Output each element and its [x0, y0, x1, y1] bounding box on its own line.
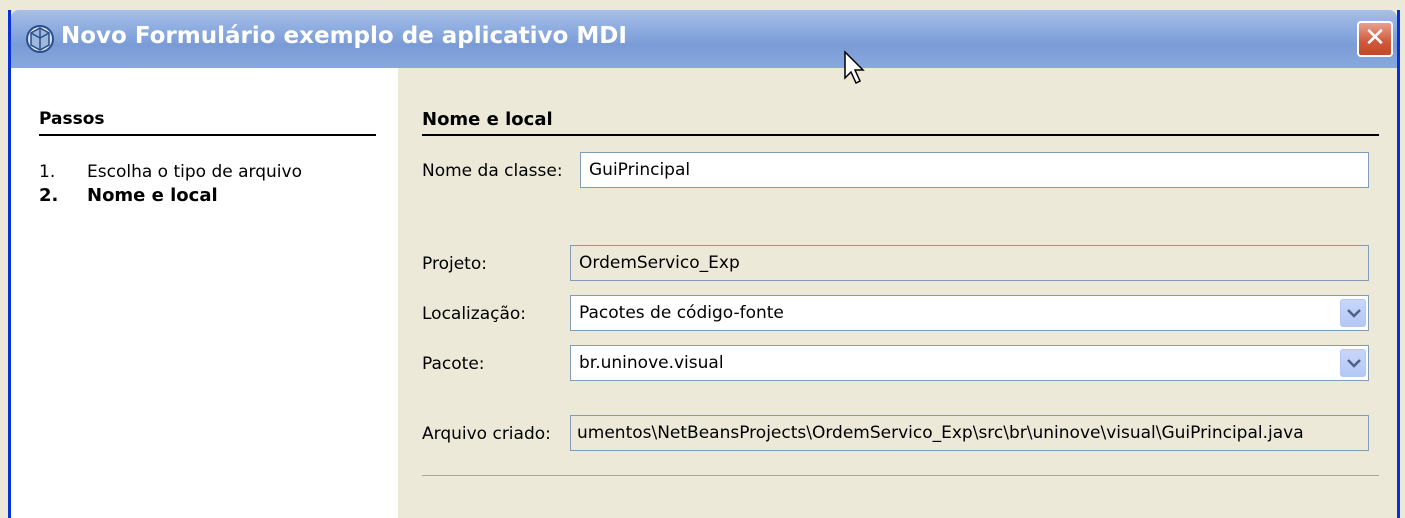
netbeans-cube-icon: [26, 25, 54, 53]
steps-panel: Passos 1. Escolha o tipo de arquivo 2. Nom…: [11, 68, 398, 518]
close-button[interactable]: ✕: [1357, 21, 1393, 57]
created-file-label: Arquivo criado:: [422, 424, 551, 444]
step-label: Escolha o tipo de arquivo: [87, 162, 302, 182]
class-name-input[interactable]: GuiPrincipal: [580, 152, 1369, 188]
location-select[interactable]: Pacotes de código-fonte: [570, 295, 1369, 331]
location-select-value: Pacotes de código-fonte: [579, 303, 784, 323]
section-title: Nome e local: [422, 109, 553, 130]
title-bar[interactable]: Novo Formulário exemplo de aplicativo MD…: [11, 10, 1397, 68]
new-form-dialog: Novo Formulário exemplo de aplicativo MD…: [8, 10, 1400, 518]
project-field: OrdemServico_Exp: [570, 245, 1369, 281]
section-divider: [422, 134, 1379, 136]
package-dropdown-button[interactable]: [1340, 349, 1366, 377]
chevron-down-icon: [1347, 309, 1361, 318]
step-label: Nome e local: [87, 185, 218, 206]
step-item-2: 2. Nome e local: [39, 185, 218, 206]
class-name-label: Nome da classe:: [422, 161, 563, 181]
package-label: Pacote:: [422, 354, 485, 374]
step-item-1: 1. Escolha o tipo de arquivo: [39, 162, 302, 182]
location-dropdown-button[interactable]: [1340, 299, 1366, 327]
form-panel: Nome e local Nome da classe: GuiPrincipa…: [398, 68, 1397, 518]
location-label: Localização:: [422, 304, 527, 324]
step-number: 2.: [39, 185, 59, 206]
step-number: 1.: [39, 162, 56, 182]
window-title: Novo Formulário exemplo de aplicativo MD…: [61, 23, 627, 49]
steps-divider: [39, 134, 376, 136]
steps-title: Passos: [39, 109, 105, 129]
package-select[interactable]: br.uninove.visual: [570, 345, 1369, 381]
package-select-value: br.uninove.visual: [579, 353, 724, 373]
created-file-field: umentos\NetBeansProjects\OrdemServico_Ex…: [570, 415, 1369, 451]
close-icon: ✕: [1364, 23, 1386, 53]
chevron-down-icon: [1347, 359, 1361, 368]
bottom-divider: [422, 475, 1379, 476]
mouse-pointer-icon: [844, 50, 865, 85]
project-label: Projeto:: [422, 254, 487, 274]
